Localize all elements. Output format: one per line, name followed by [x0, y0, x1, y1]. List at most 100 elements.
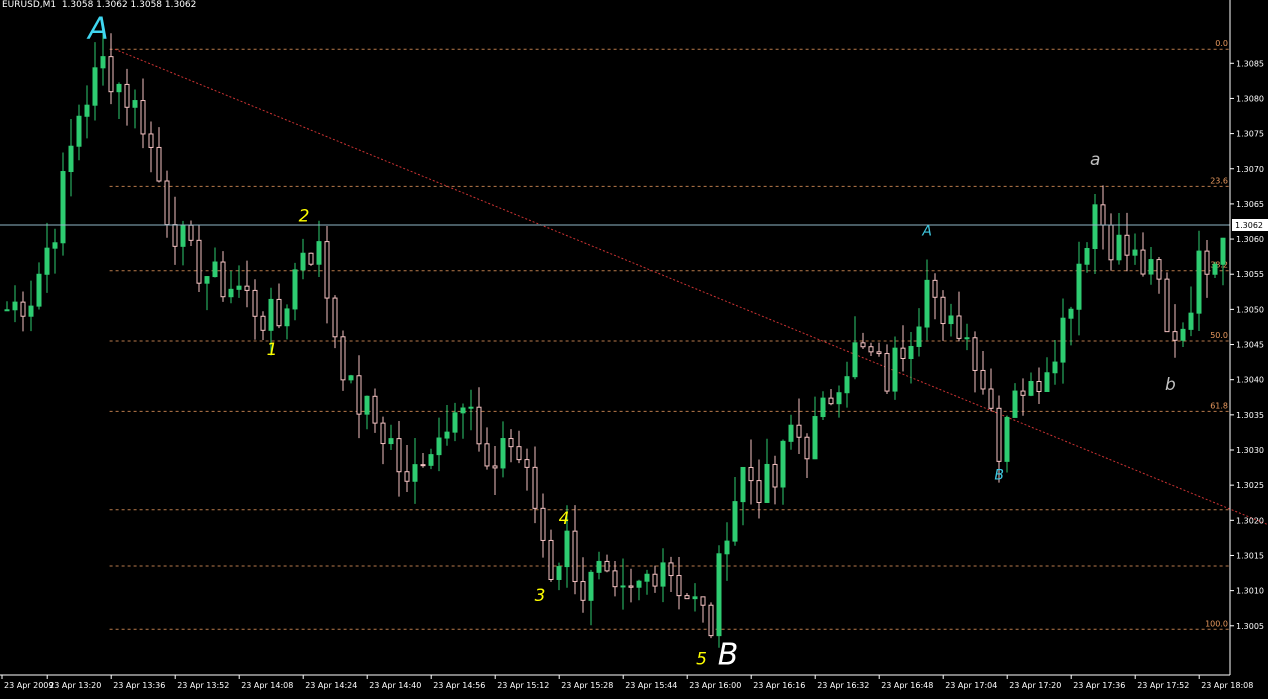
candle-body — [420, 464, 426, 467]
candle-body — [580, 581, 586, 601]
candle-body — [76, 115, 82, 147]
candle-body — [324, 241, 330, 299]
chart-header: EURUSD,M1 1.3058 1.3062 1.3058 1.3062 — [2, 0, 197, 10]
x-tick-label: 23 Apr 16:16 — [753, 681, 805, 690]
candle-body — [124, 83, 130, 108]
candle-body — [4, 309, 10, 312]
candle-body — [476, 406, 482, 445]
candle-body — [756, 480, 762, 503]
candle-body — [236, 285, 242, 290]
candle-body — [700, 596, 706, 606]
candle-body — [180, 224, 186, 247]
candle-body — [276, 298, 282, 327]
candle-body — [156, 146, 162, 182]
candle-body — [332, 297, 338, 338]
candle-body — [468, 406, 474, 409]
candle-body — [868, 346, 874, 353]
candle-body — [164, 180, 170, 226]
candle-body — [716, 553, 722, 637]
candle-body — [268, 298, 274, 331]
y-tick-label: 1.3075 — [1236, 130, 1264, 139]
candle-body — [892, 347, 898, 392]
candle-body — [60, 171, 66, 244]
wave-label: b — [1165, 375, 1176, 395]
candlestick-chart[interactable]: 0.023.638.250.061.8100.0 1.3062 1.30851.… — [0, 0, 1268, 695]
candle-body — [748, 466, 754, 482]
x-tick-label: 23 Apr 17:20 — [1009, 681, 1061, 690]
candle-body — [44, 247, 50, 275]
candle-body — [140, 100, 146, 135]
candle-body — [316, 241, 322, 265]
y-tick-label: 1.3015 — [1236, 551, 1264, 560]
y-tick-label: 1.3030 — [1236, 446, 1264, 455]
candle-body — [1060, 317, 1066, 363]
candle-body — [132, 100, 138, 108]
candle-body — [308, 252, 314, 265]
candle-body — [1100, 204, 1106, 226]
candle-body — [92, 67, 98, 106]
candle-body — [932, 279, 938, 298]
candle-body — [900, 347, 906, 360]
candle-body — [220, 261, 226, 298]
candle-body — [28, 305, 34, 317]
x-tick-label: 23 Apr 16:32 — [817, 681, 869, 690]
candle-body — [668, 562, 674, 577]
candle-body — [708, 604, 714, 637]
y-tick-label: 1.3025 — [1236, 481, 1264, 490]
candle-body — [612, 570, 618, 588]
y-tick-label: 1.3045 — [1236, 341, 1264, 350]
y-tick-label: 1.3070 — [1236, 165, 1264, 174]
candle-body — [804, 436, 810, 460]
candle-body — [172, 224, 178, 247]
candle-body — [652, 573, 658, 587]
current-price-label: 1.3062 — [1235, 221, 1263, 230]
wave-label: B — [718, 637, 739, 672]
candle-body — [524, 459, 530, 468]
candle-body — [1076, 263, 1082, 310]
candle-body — [516, 446, 522, 461]
candle-body — [1188, 312, 1194, 330]
candle-body — [1140, 249, 1146, 275]
candle-body — [980, 369, 986, 390]
candle-body — [780, 440, 786, 488]
fib-level-label: 61.8 — [1210, 401, 1228, 410]
fib-level-label: 50.0 — [1210, 331, 1228, 340]
x-tick-label: 23 Apr 14:56 — [433, 681, 485, 690]
candle-body — [740, 466, 746, 503]
candle-body — [876, 351, 882, 355]
wave-label: 4 — [559, 509, 570, 529]
candle-body — [244, 285, 250, 291]
candle-body — [788, 424, 794, 442]
x-tick-label: 23 Apr 2009 — [4, 681, 53, 690]
candle-body — [564, 530, 570, 568]
candle-body — [444, 431, 450, 439]
x-tick-label: 23 Apr 16:48 — [881, 681, 933, 690]
wave-label: 2 — [299, 206, 310, 226]
wave-label: A — [86, 12, 109, 47]
candle-body — [1124, 234, 1130, 256]
candle-body — [916, 326, 922, 347]
candle-body — [252, 289, 258, 317]
candle-body — [108, 56, 114, 93]
candle-body — [532, 466, 538, 509]
candle-body — [572, 530, 578, 583]
x-tick-label: 23 Apr 14:40 — [369, 681, 421, 690]
candle-body — [948, 315, 954, 325]
candle-body — [1108, 224, 1114, 261]
wave-label: a — [1090, 150, 1100, 170]
candle-body — [36, 273, 42, 307]
candle-body — [284, 308, 290, 327]
candle-body — [188, 224, 194, 241]
candle-body — [684, 595, 690, 600]
y-tick-label: 1.3085 — [1236, 59, 1264, 68]
candle-body — [908, 345, 914, 360]
candle-body — [84, 104, 90, 117]
x-tick-label: 23 Apr 13:52 — [177, 681, 229, 690]
candle-body — [820, 397, 826, 418]
x-tick-label: 23 Apr 15:44 — [625, 681, 677, 690]
candle-body — [484, 443, 490, 467]
candle-body — [796, 424, 802, 438]
candle-body — [436, 437, 442, 456]
fib-level-label: 100.0 — [1205, 619, 1228, 628]
candle-body — [1044, 372, 1050, 393]
